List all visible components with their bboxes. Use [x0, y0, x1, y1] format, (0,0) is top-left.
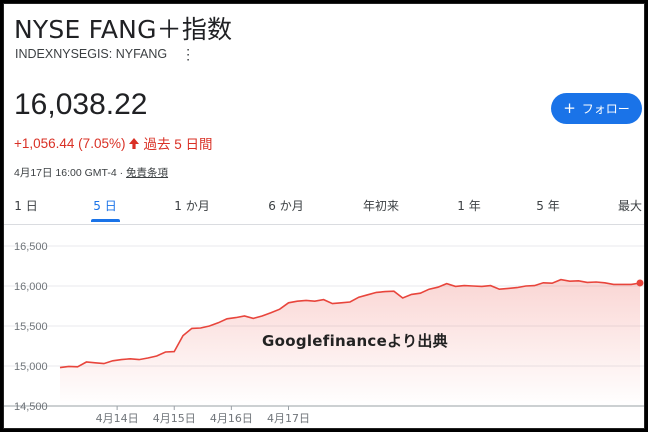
x-tick-label: 4月16日 [210, 412, 253, 425]
current-price: 16,038.22 [14, 88, 148, 121]
source-watermark: Googlefinanceより出典 [262, 332, 448, 350]
plus-icon: + [563, 99, 576, 117]
y-tick-label: 16,500 [14, 241, 48, 253]
follow-label: フォロー [581, 102, 630, 116]
tab-5-year[interactable]: 5 年 [536, 197, 559, 214]
tab-1-day[interactable]: 1 日 [14, 197, 37, 214]
tab-1-year[interactable]: 1 年 [457, 197, 480, 214]
active-tab-indicator [91, 219, 120, 222]
tab-max[interactable]: 最大 [618, 197, 642, 214]
disclaimer-link[interactable]: 免責条項 [126, 167, 168, 179]
y-tick-label: 15,500 [14, 321, 48, 333]
range-tabs: 1 日 5 日 1 か月 6 か月 年初来 1 年 5 年 最大 [4, 193, 644, 225]
finance-panel: NYSE FANG＋指数 INDEXNYSEGIS: NYFANG ⋮ 16,0… [3, 3, 645, 429]
y-tick-label: 15,000 [14, 361, 48, 373]
price-chart[interactable]: 16,500 16,000 15,500 15,000 14,500 4月14日 4月15… [4, 228, 645, 429]
y-tick-label: 16,000 [14, 281, 48, 293]
change-period: 過去 5 日間 [143, 137, 213, 152]
y-tick-label: 14,500 [14, 401, 48, 413]
tab-6-month[interactable]: 6 か月 [268, 197, 303, 214]
x-tick-label: 4月14日 [96, 412, 139, 425]
timestamp: 4月17日 16:00 GMT-4 · [14, 167, 127, 179]
x-tick-label: 4月15日 [153, 412, 196, 425]
more-vert-icon[interactable]: ⋮ [181, 47, 195, 61]
timestamp-row: 4月17日 16:00 GMT-4 · 免責条項 [14, 165, 168, 180]
page-title: NYSE FANG＋指数 [14, 15, 233, 44]
x-tick-label: 4月17日 [267, 412, 310, 425]
tab-1-month[interactable]: 1 か月 [174, 197, 209, 214]
follow-button[interactable]: + フォロー [551, 93, 642, 124]
change-value: +1,056.44 (7.05%) [14, 135, 126, 151]
tab-ytd[interactable]: 年初来 [363, 197, 399, 214]
tab-5-day[interactable]: 5 日 [93, 197, 116, 214]
current-point [636, 279, 644, 287]
ticker-symbol: INDEXNYSEGIS: NYFANG [15, 47, 168, 61]
arrow-up-icon [129, 137, 140, 149]
ticker-row: INDEXNYSEGIS: NYFANG ⋮ [15, 47, 195, 61]
price-change: +1,056.44 (7.05%) 過去 5 日間 [14, 133, 212, 153]
